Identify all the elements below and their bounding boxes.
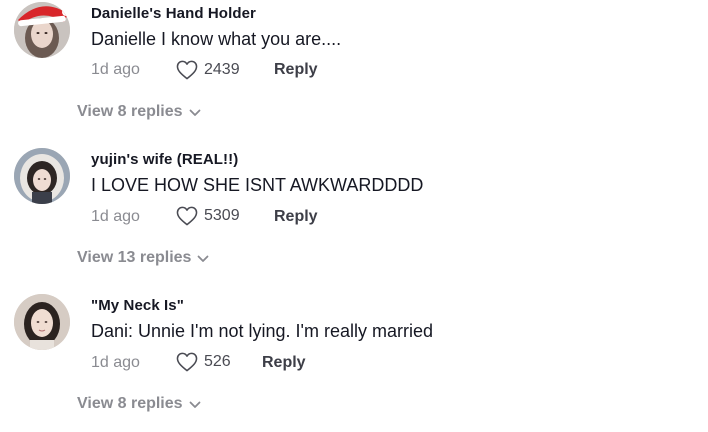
user-avatar[interactable] — [14, 2, 70, 58]
like-count: 5309 — [204, 207, 240, 224]
avatar-image — [14, 294, 70, 350]
comment-text: I LOVE HOW SHE ISNT AWKWARDDDD — [91, 175, 424, 195]
comment-text: Danielle I know what you are.... — [91, 29, 342, 49]
comment-text: Dani: Unnie I'm not lying. I'm really ma… — [91, 321, 433, 341]
comment-timestamp: 1d ago — [91, 354, 140, 371]
like-count: 526 — [204, 353, 231, 370]
chevron-down-icon — [189, 401, 200, 408]
comment-item: "My Neck Is" Dani: Unnie I'm not lying. … — [0, 286, 708, 432]
comment-timestamp: 1d ago — [91, 208, 140, 225]
avatar-image — [14, 2, 70, 58]
reply-button[interactable]: Reply — [274, 208, 318, 226]
comment-item: Danielle's Hand Holder Danielle I know w… — [0, 0, 708, 140]
comment-item: yujin's wife (REAL!!) I LOVE HOW SHE ISN… — [0, 140, 708, 286]
heart-icon — [176, 352, 198, 372]
like-button[interactable]: 526 — [176, 352, 231, 372]
view-replies-button[interactable]: View 8 replies — [77, 103, 201, 121]
reply-button[interactable]: Reply — [274, 61, 318, 79]
user-avatar[interactable] — [14, 294, 70, 350]
heart-icon — [176, 60, 198, 80]
chevron-down-icon — [198, 255, 209, 262]
like-button[interactable]: 2439 — [176, 60, 240, 80]
comment-author[interactable]: yujin's wife (REAL!!) — [91, 151, 238, 168]
view-replies-button[interactable]: View 8 replies — [77, 395, 201, 413]
chevron-down-icon — [189, 109, 200, 116]
comment-author[interactable]: Danielle's Hand Holder — [91, 5, 256, 22]
comment-timestamp: 1d ago — [91, 61, 140, 78]
like-button[interactable]: 5309 — [176, 206, 240, 226]
comment-author[interactable]: "My Neck Is" — [91, 297, 184, 314]
view-replies-label: View 13 replies — [77, 249, 192, 266]
avatar-image — [14, 148, 70, 204]
view-replies-label: View 8 replies — [77, 395, 183, 412]
reply-button[interactable]: Reply — [262, 354, 306, 372]
like-count: 2439 — [204, 61, 240, 78]
user-avatar[interactable] — [14, 148, 70, 204]
view-replies-label: View 8 replies — [77, 103, 183, 120]
view-replies-button[interactable]: View 13 replies — [77, 249, 209, 267]
heart-icon — [176, 206, 198, 226]
